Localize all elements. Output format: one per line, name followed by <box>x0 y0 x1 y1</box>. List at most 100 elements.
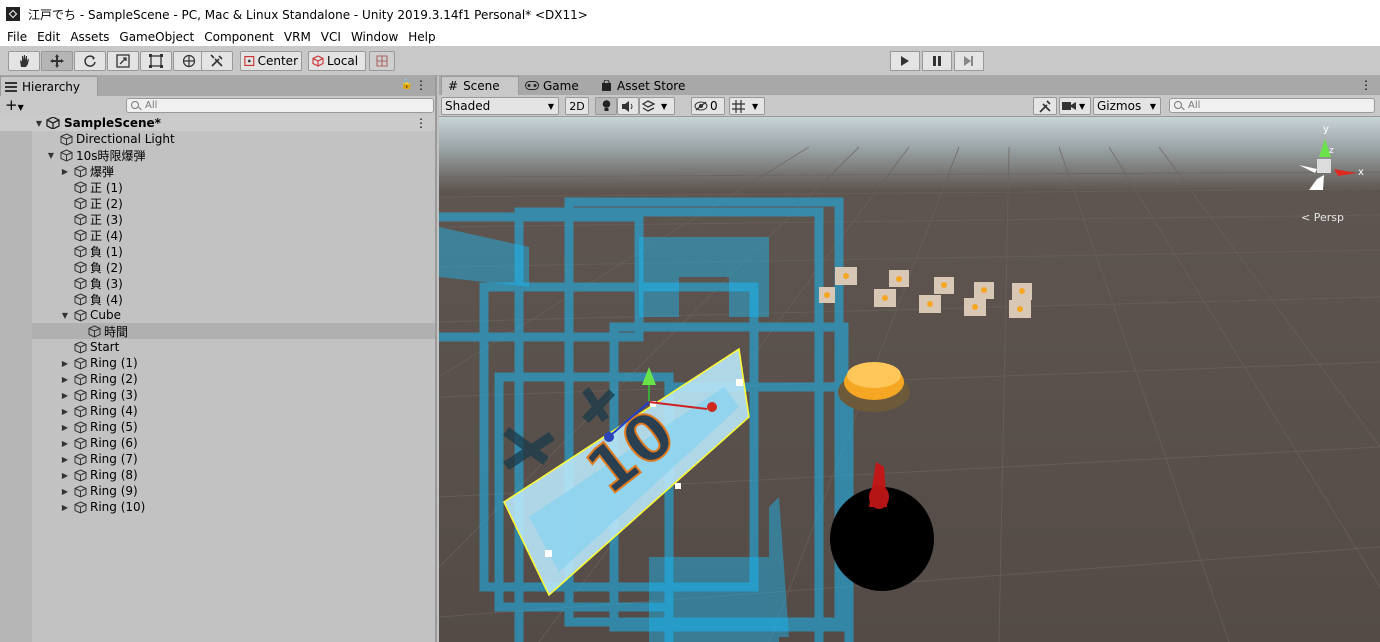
menu-gameobject[interactable]: GameObject <box>114 28 199 46</box>
expand-right-icon[interactable]: ▶ <box>60 374 70 384</box>
hierarchy-row[interactable]: 負 (1) <box>0 243 435 259</box>
gameobject-cube-icon <box>74 180 87 194</box>
expand-right-icon[interactable]: ▶ <box>60 358 70 368</box>
expand-right-icon[interactable]: ▶ <box>60 390 70 400</box>
menu-vrm[interactable]: VRM <box>279 28 316 46</box>
tab-hierarchy[interactable]: Hierarchy <box>0 76 98 96</box>
hierarchy-row[interactable]: ▶ Ring (3) <box>0 387 435 403</box>
hand-tool-button[interactable] <box>8 51 40 71</box>
pivot-center-icon <box>244 56 255 66</box>
audio-toggle[interactable] <box>617 97 639 115</box>
hierarchy-row-label: 時間 <box>104 324 129 339</box>
expand-right-icon[interactable]: ▶ <box>60 438 70 448</box>
hierarchy-row[interactable]: Start <box>0 339 435 355</box>
expand-right-icon[interactable]: ▶ <box>60 486 70 496</box>
gameobject-cube-icon <box>88 324 101 338</box>
gameobject-cube-icon <box>74 500 87 514</box>
expand-right-icon[interactable]: ▶ <box>60 454 70 464</box>
no-arrow <box>60 198 70 208</box>
grid-dropdown[interactable]: ▼ <box>729 97 765 115</box>
effects-dropdown[interactable]: ▼ <box>639 97 675 115</box>
scene-search-input[interactable]: All <box>1169 98 1375 113</box>
gizmos-dropdown[interactable]: Gizmos ▼ <box>1093 97 1161 115</box>
tab-asset-store[interactable]: Asset Store <box>595 76 705 95</box>
hierarchy-row[interactable]: ▼ 10s時限爆弾 <box>0 147 435 163</box>
step-button[interactable] <box>954 51 984 71</box>
hierarchy-search-input[interactable]: All <box>126 98 434 113</box>
hierarchy-row[interactable]: 正 (1) <box>0 179 435 195</box>
expand-down-icon[interactable]: ▼ <box>34 118 44 128</box>
pause-button[interactable] <box>922 51 952 71</box>
hierarchy-row-label: 正 (4) <box>90 228 123 243</box>
play-button[interactable] <box>890 51 920 71</box>
gameobject-cube-icon <box>74 404 87 418</box>
scene-header-row[interactable]: ▼ SampleScene* ⋮ <box>0 115 435 131</box>
expand-right-icon[interactable]: ▶ <box>60 406 70 416</box>
menu-assets[interactable]: Assets <box>65 28 114 46</box>
rect-tool-button[interactable] <box>140 51 172 71</box>
unity-scene-icon <box>46 117 60 129</box>
hierarchy-row-label: Ring (6) <box>90 436 138 450</box>
hierarchy-row[interactable]: 正 (2) <box>0 195 435 211</box>
expand-right-icon[interactable]: ▶ <box>60 166 70 176</box>
lighting-toggle[interactable] <box>595 97 617 115</box>
pivot-rotation-toggle[interactable]: Local <box>308 51 366 71</box>
hierarchy-row[interactable]: ▶ 爆弾 <box>0 163 435 179</box>
hierarchy-row[interactable]: 負 (4) <box>0 291 435 307</box>
shading-mode-dropdown[interactable]: Shaded ▼ <box>441 97 559 115</box>
hierarchy-row[interactable]: ▶ Ring (6) <box>0 435 435 451</box>
expand-down-icon[interactable]: ▼ <box>46 150 56 160</box>
projection-label[interactable]: < Persp <box>1301 211 1344 224</box>
hierarchy-row[interactable]: ▶ Ring (4) <box>0 403 435 419</box>
tab-scene[interactable]: # Scene <box>441 76 519 95</box>
hierarchy-row-label: Ring (3) <box>90 388 138 402</box>
hierarchy-row[interactable]: ▶ Ring (10) <box>0 499 435 515</box>
hierarchy-row[interactable]: 時間 <box>0 323 435 339</box>
tab-game[interactable]: Game <box>519 76 595 95</box>
expand-right-icon[interactable]: ▶ <box>60 422 70 432</box>
hierarchy-row[interactable]: 正 (3) <box>0 211 435 227</box>
expand-right-icon[interactable]: ▶ <box>60 502 70 512</box>
expand-down-icon[interactable]: ▼ <box>60 310 70 320</box>
toggle-2d-button[interactable]: 2D <box>565 97 589 115</box>
custom-tool-button[interactable] <box>201 51 233 71</box>
hierarchy-row[interactable]: 負 (2) <box>0 259 435 275</box>
hierarchy-row[interactable]: ▶ Ring (1) <box>0 355 435 371</box>
scale-tool-button[interactable] <box>107 51 139 71</box>
hierarchy-row[interactable]: ▶ Ring (9) <box>0 483 435 499</box>
scene-viewport[interactable]: 10 y z x < Persp <box>439 117 1380 642</box>
pivot-mode-toggle[interactable]: Center <box>240 51 302 71</box>
hierarchy-row[interactable]: ▶ Ring (8) <box>0 467 435 483</box>
camera-settings-dropdown[interactable]: ▼ <box>1059 97 1091 115</box>
hierarchy-row[interactable]: 負 (3) <box>0 275 435 291</box>
menu-component[interactable]: Component <box>199 28 279 46</box>
hierarchy-row[interactable]: ▶ Ring (5) <box>0 419 435 435</box>
hierarchy-row[interactable]: ▶ Ring (2) <box>0 371 435 387</box>
menu-window[interactable]: Window <box>346 28 403 46</box>
hierarchy-row[interactable]: ▼ Cube <box>0 307 435 323</box>
expand-right-icon[interactable]: ▶ <box>60 470 70 480</box>
pause-icon <box>933 56 941 66</box>
hierarchy-row[interactable]: Directional Light <box>0 131 435 147</box>
move-tool-button[interactable] <box>41 51 73 71</box>
scene-panel-menu-icon[interactable]: ⋮ <box>1360 78 1372 92</box>
hidden-objects-toggle[interactable]: 0 <box>691 97 725 115</box>
rotate-tool-button[interactable] <box>74 51 106 71</box>
menu-vci[interactable]: VCI <box>316 28 346 46</box>
menu-edit[interactable]: Edit <box>32 28 65 46</box>
hierarchy-row-label: Ring (1) <box>90 356 138 370</box>
scene-menu-icon[interactable]: ⋮ <box>415 116 427 130</box>
panel-menu-icon[interactable]: ⋮ <box>415 78 427 92</box>
menu-file[interactable]: File <box>2 28 32 46</box>
hierarchy-row[interactable]: ▶ Ring (7) <box>0 451 435 467</box>
chevron-down-icon: ▼ <box>661 101 668 111</box>
menu-help[interactable]: Help <box>403 28 440 46</box>
hierarchy-row-label: 爆弾 <box>90 164 115 179</box>
snap-settings-button[interactable] <box>369 51 395 71</box>
scene-search-placeholder: All <box>1188 100 1201 111</box>
create-dropdown-button[interactable]: +▼ <box>5 97 24 116</box>
hierarchy-row[interactable]: 正 (4) <box>0 227 435 243</box>
gameobject-cube-icon <box>74 244 87 258</box>
scene-tools-button[interactable] <box>1033 97 1057 115</box>
lock-icon[interactable]: 🔒 <box>401 79 413 90</box>
